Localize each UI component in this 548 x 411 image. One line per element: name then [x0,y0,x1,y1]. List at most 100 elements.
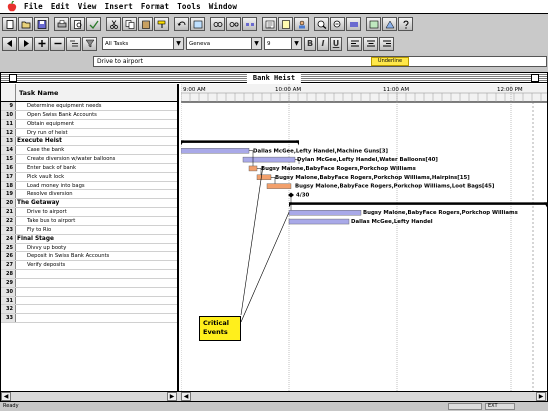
help-icon[interactable] [398,17,413,31]
task-name-cell[interactable]: Deposit in Swiss Bank Accounts [27,252,109,260]
table-row[interactable]: 18 Load money into bags [1,181,177,191]
table-row[interactable]: 21 Drive to airport [1,208,177,217]
task-name-cell[interactable]: Create diversion w/water balloons [27,155,115,163]
copy-icon[interactable] [122,17,137,31]
row-number[interactable]: 23 [1,225,16,234]
table-row[interactable]: 26 Deposit in Swiss Bank Accounts [1,252,177,262]
copy-picture-icon[interactable] [366,17,381,31]
table-row[interactable]: 27 Verify deposits [1,261,177,271]
format-painter-icon[interactable] [154,17,169,31]
task-name-cell[interactable]: Case the bank [27,146,64,154]
menu-insert[interactable]: Insert [105,2,133,11]
zoom-out-icon[interactable] [330,17,345,31]
row-number[interactable]: 9 [1,102,16,110]
zoom-box-icon[interactable] [531,74,539,82]
table-row[interactable]: 17 Pick vault lock [1,172,177,182]
gantt-scroll-right-arrow-icon[interactable]: ▶ [536,392,546,401]
menu-view[interactable]: View [78,2,97,11]
gantt-chart[interactable]: 9:00 AM 10:00 AM 11:00 AM 12:00 PM Dallas Mc… [181,84,547,391]
row-number[interactable]: 11 [1,119,16,128]
table-row[interactable]: 25 Divvy up booty [1,243,177,253]
task-name-cell[interactable]: Load money into bags [27,182,85,190]
table-row[interactable]: 29 [1,278,177,288]
row-number[interactable]: 18 [1,181,16,190]
menu-tools[interactable]: Tools [177,2,201,11]
bold-icon[interactable]: B [304,36,316,51]
task-name-cell[interactable]: Enter back of bank [27,164,76,172]
table-row[interactable]: 20 The Getaway [1,199,177,209]
new-icon[interactable] [2,17,17,31]
row-number[interactable]: 24 [1,234,16,243]
table-row[interactable]: 11 Obtain equipment [1,119,177,129]
task-name-cell[interactable]: Obtain equipment [27,120,74,128]
table-row[interactable]: 32 [1,305,177,315]
underline-icon[interactable]: U [330,36,342,51]
font-dropdown[interactable]: Geneva ▼ [186,37,262,50]
task-information-icon[interactable] [262,17,277,31]
table-row[interactable]: 9 Determine equipment needs [1,102,177,111]
table-row[interactable]: 19 Resolve diversion [1,190,177,200]
table-row[interactable]: 10 Open Swiss Bank Accounts [1,110,177,120]
task-name-header[interactable]: Task Name [19,89,58,97]
window-title-bar[interactable]: Bank Heist [1,73,547,83]
row-number[interactable]: 14 [1,146,16,155]
row-number[interactable]: 16 [1,163,16,172]
goto-selected-task-icon[interactable] [346,17,361,31]
row-number[interactable]: 20 [1,199,16,208]
show-subtasks-icon[interactable] [34,36,49,51]
row-number[interactable]: 26 [1,252,16,261]
assign-resources-icon[interactable] [294,17,309,31]
align-left-icon[interactable] [347,36,362,51]
italic-icon[interactable]: I [317,36,329,51]
menu-format[interactable]: Format [141,2,169,11]
row-number[interactable]: 25 [1,243,16,252]
zoom-in-icon[interactable] [314,17,329,31]
table-row[interactable]: 24 Final Stage [1,234,177,244]
row-number[interactable]: 29 [1,278,16,287]
row-number[interactable]: 13 [1,137,16,146]
task-name-cell[interactable]: Final Stage [17,235,54,243]
row-number[interactable]: 31 [1,296,16,305]
row-number[interactable]: 10 [1,110,16,119]
table-row[interactable]: 12 Dry run of heist [1,128,177,138]
task-name-cell[interactable]: Fly to Rio [27,226,51,234]
unlink-tasks-icon[interactable] [226,17,241,31]
menu-edit[interactable]: Edit [51,2,70,11]
menu-file[interactable]: File [24,2,43,11]
task-name-cell[interactable]: Dry run of heist [27,129,68,137]
row-number[interactable]: 15 [1,155,16,163]
print-icon[interactable] [54,17,69,31]
print-preview-icon[interactable] [70,17,85,31]
table-row[interactable]: 23 Fly to Rio [1,225,177,235]
table-row[interactable]: 15 Create diversion w/water balloons [1,155,177,164]
row-number[interactable]: 22 [1,216,16,225]
undo-icon[interactable] [174,17,189,31]
apple-menu-icon[interactable] [6,0,18,13]
paste-icon[interactable] [138,17,153,31]
scroll-right-arrow-icon[interactable]: ▶ [167,392,177,401]
link-tasks-icon[interactable] [210,17,225,31]
row-number[interactable]: 30 [1,287,16,296]
font-size-dropdown[interactable]: 9 ▼ [264,37,302,50]
task-notes-icon[interactable] [278,17,293,31]
menu-window[interactable]: Window [209,2,237,11]
entry-field[interactable]: Drive to airport [93,56,547,67]
indent-icon[interactable] [18,36,33,51]
gantt-canvas[interactable]: 9:00 AM 10:00 AM 11:00 AM 12:00 PM Dallas Mc… [181,84,547,391]
align-right-icon[interactable] [379,36,394,51]
row-number[interactable]: 17 [1,172,16,181]
align-center-icon[interactable] [363,36,378,51]
open-icon[interactable] [18,17,33,31]
task-name-cell[interactable]: Resolve diversion [27,190,73,198]
filter-toggle-icon[interactable] [82,36,97,51]
cut-icon[interactable] [106,17,121,31]
table-row[interactable]: 31 [1,296,177,306]
save-icon[interactable] [34,17,49,31]
hide-subtasks-icon[interactable] [50,36,65,51]
table-row[interactable]: 30 [1,287,177,297]
row-number[interactable]: 21 [1,208,16,216]
table-row[interactable]: 28 [1,270,177,279]
table-row[interactable]: 22 Take bus to airport [1,216,177,226]
row-number[interactable]: 32 [1,305,16,314]
task-name-cell[interactable]: The Getaway [17,199,59,207]
